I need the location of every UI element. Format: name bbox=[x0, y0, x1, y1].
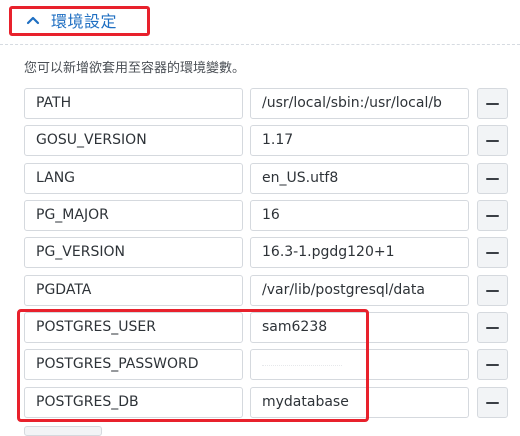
env-row-gosu-version: GOSU_VERSION 1.17 bbox=[24, 125, 514, 156]
env-value-input[interactable]: 16.3-1.pgdg120+1 bbox=[250, 237, 469, 268]
env-value-input-masked[interactable] bbox=[250, 349, 469, 380]
env-key-input[interactable]: POSTGRES_USER bbox=[24, 312, 243, 343]
minus-icon bbox=[486, 215, 499, 217]
env-row-postgres-password: POSTGRES_PASSWORD bbox=[24, 349, 514, 380]
env-key-input[interactable]: PGDATA bbox=[24, 275, 243, 306]
remove-env-button[interactable] bbox=[477, 200, 508, 231]
minus-icon bbox=[486, 140, 499, 142]
env-value-input[interactable]: /var/lib/postgresql/data bbox=[250, 275, 469, 306]
env-row-pg-version: PG_VERSION 16.3-1.pgdg120+1 bbox=[24, 237, 514, 268]
section-header[interactable]: 環境設定 bbox=[0, 0, 520, 46]
remove-env-button[interactable] bbox=[477, 237, 508, 268]
remove-env-button[interactable] bbox=[477, 163, 508, 194]
minus-icon bbox=[486, 103, 499, 105]
remove-env-button[interactable] bbox=[477, 349, 508, 380]
env-key-input[interactable]: GOSU_VERSION bbox=[24, 125, 243, 156]
env-key-input[interactable]: PG_MAJOR bbox=[24, 200, 243, 231]
remove-env-button[interactable] bbox=[477, 275, 508, 306]
add-env-button[interactable] bbox=[24, 426, 102, 436]
env-row-postgres-user: POSTGRES_USER sam6238 bbox=[24, 312, 514, 343]
env-key-input[interactable]: POSTGRES_DB bbox=[24, 387, 243, 418]
minus-icon bbox=[486, 178, 499, 180]
minus-icon bbox=[486, 402, 499, 404]
env-value-input[interactable]: /usr/local/sbin:/usr/local/b bbox=[250, 88, 469, 119]
remove-env-button[interactable] bbox=[477, 312, 508, 343]
section-title[interactable]: 環境設定 bbox=[51, 12, 117, 32]
env-value-input[interactable]: en_US.utf8 bbox=[250, 163, 469, 194]
env-row-pg-major: PG_MAJOR 16 bbox=[24, 200, 514, 231]
env-value-input[interactable]: 16 bbox=[250, 200, 469, 231]
minus-icon bbox=[486, 327, 499, 329]
env-row-postgres-db: POSTGRES_DB mydatabase bbox=[24, 387, 514, 418]
env-value-input[interactable]: mydatabase bbox=[250, 387, 469, 418]
minus-icon bbox=[486, 290, 499, 292]
env-key-input[interactable]: POSTGRES_PASSWORD bbox=[24, 349, 243, 380]
env-value-input[interactable]: 1.17 bbox=[250, 125, 469, 156]
remove-env-button[interactable] bbox=[477, 88, 508, 119]
env-row-lang: LANG en_US.utf8 bbox=[24, 163, 514, 194]
env-row-path: PATH /usr/local/sbin:/usr/local/b bbox=[24, 88, 514, 119]
env-value-input[interactable]: sam6238 bbox=[250, 312, 469, 343]
env-row-pgdata: PGDATA /var/lib/postgresql/data bbox=[24, 275, 514, 306]
minus-icon bbox=[486, 252, 499, 254]
env-key-input[interactable]: LANG bbox=[24, 163, 243, 194]
chevron-up-icon[interactable] bbox=[26, 15, 40, 25]
env-key-input[interactable]: PG_VERSION bbox=[24, 237, 243, 268]
masked-value bbox=[262, 365, 342, 368]
section-description: 您可以新增欲套用至容器的環境變數。 bbox=[24, 61, 246, 76]
minus-icon bbox=[486, 364, 499, 366]
remove-env-button[interactable] bbox=[477, 387, 508, 418]
remove-env-button[interactable] bbox=[477, 125, 508, 156]
env-key-input[interactable]: PATH bbox=[24, 88, 243, 119]
header-divider bbox=[0, 44, 520, 45]
